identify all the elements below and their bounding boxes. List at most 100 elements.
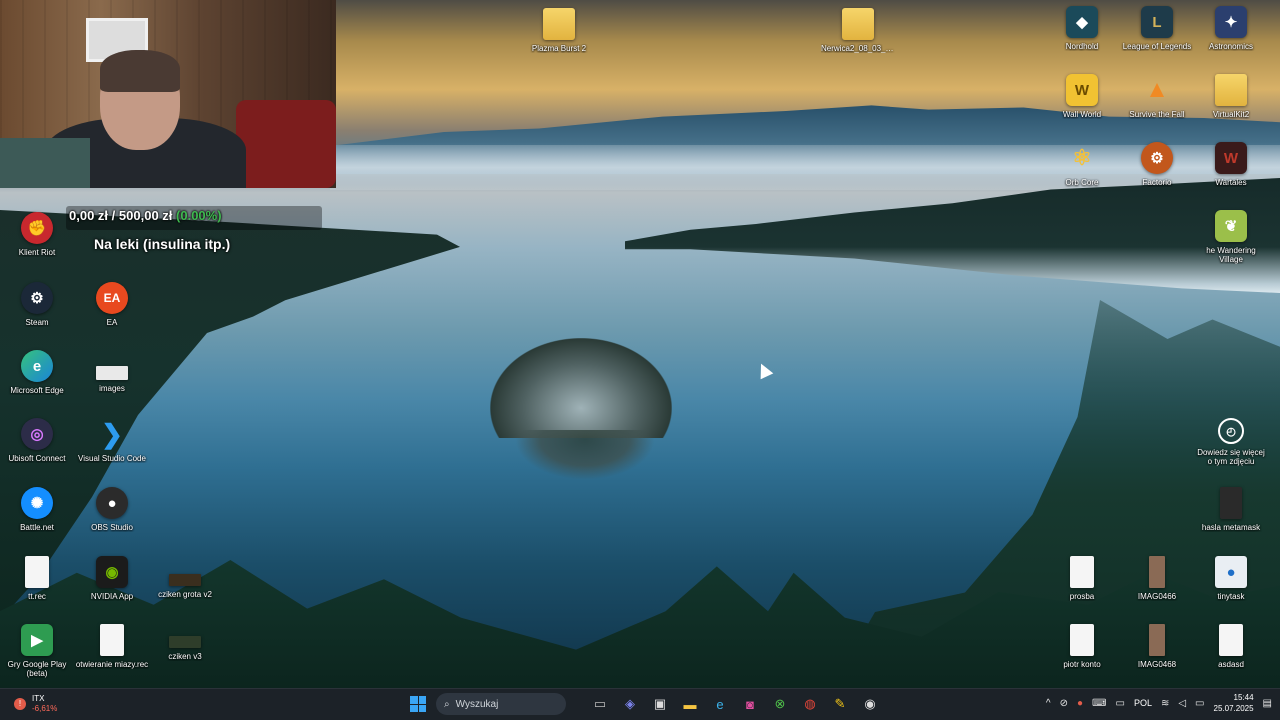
desktop-icon-imag0466[interactable]: IMAG0466 xyxy=(1120,556,1194,622)
desktop-icon-ea[interactable]: EA EA xyxy=(75,282,149,348)
folder-icon xyxy=(543,8,575,40)
desktop-icon-nordhold[interactable]: ◆ Nordhold xyxy=(1045,6,1119,72)
display-icon[interactable]: ▭ xyxy=(1115,698,1124,709)
keyboard-icon[interactable]: ⌨ xyxy=(1092,698,1106,709)
instagram-icon[interactable]: ◙ xyxy=(738,692,762,716)
stock-widget[interactable]: ! ITX -6,61% xyxy=(14,694,57,714)
obs-icon: ● xyxy=(96,487,128,519)
desktop-icon-survive[interactable]: ▲ Survive the Fall xyxy=(1120,74,1194,140)
store-icon[interactable]: ▣ xyxy=(648,692,672,716)
document-icon xyxy=(100,624,124,656)
image-file-icon xyxy=(169,574,201,586)
desktop-icon-hasla[interactable]: hasla metamask xyxy=(1194,487,1268,553)
file-explorer-icon[interactable]: ▬ xyxy=(678,692,702,716)
nvidia-icon: ◉ xyxy=(96,556,128,588)
wall-world-icon: W xyxy=(1066,74,1098,106)
folder-icon xyxy=(842,8,874,40)
task-view-icon[interactable]: ▭ xyxy=(588,692,612,716)
desktop-icon-steam[interactable]: ⚙ Steam xyxy=(0,282,74,348)
chair xyxy=(236,100,336,188)
teams-icon[interactable]: ◈ xyxy=(618,692,642,716)
xbox-icon[interactable]: ⊗ xyxy=(768,692,792,716)
steam-icon: ⚙ xyxy=(21,282,53,314)
desktop-icon-wall-world[interactable]: W Wall World xyxy=(1045,74,1119,140)
desktop-icon-nvidia[interactable]: ◉ NVIDIA App xyxy=(75,556,149,622)
donation-percent: (0.00%) xyxy=(176,208,222,223)
desktop-icon-astronomics[interactable]: ✦ Astronomics xyxy=(1194,6,1268,72)
desktop-icon-virtualkit[interactable]: VirtualKit2 xyxy=(1194,74,1268,140)
clock[interactable]: 15:44 25.07.2025 xyxy=(1214,692,1254,714)
desktop-icon-league[interactable]: L League of Legends xyxy=(1120,6,1194,72)
league-icon: L xyxy=(1141,6,1173,38)
taskbar-search[interactable]: ⌕ Wyszukaj xyxy=(436,693,566,715)
document-icon xyxy=(1070,624,1094,656)
desktop-icon-wartales[interactable]: W Wartales xyxy=(1194,142,1268,208)
desktop-icon-images[interactable]: images xyxy=(75,356,149,422)
network-off-icon[interactable]: ⊘ xyxy=(1060,698,1068,709)
image-file-icon xyxy=(1149,556,1165,588)
chevron-up-icon[interactable]: ^ xyxy=(1046,698,1051,709)
donation-caption: Na leki (insulina itp.) xyxy=(94,236,231,252)
desktop-icon-factorio[interactable]: ⚙ Factorio xyxy=(1120,142,1194,208)
battery-icon[interactable]: ▭ xyxy=(1195,698,1204,709)
battlenet-icon: ✺ xyxy=(21,487,53,519)
riot-icon: ✊ xyxy=(21,212,53,244)
desktop-icon-plazma-burst[interactable]: Plazma Burst 2 xyxy=(522,8,596,74)
document-icon xyxy=(1070,556,1094,588)
camera-icon: ◴ xyxy=(1218,418,1244,444)
desktop-icon-tinytask[interactable]: ● tinytask xyxy=(1194,556,1268,622)
wallpaper-island xyxy=(490,338,672,438)
desktop-icon-piotr[interactable]: piotr konto xyxy=(1045,624,1119,690)
desktop-icon-tt[interactable]: tt.rec xyxy=(0,556,74,622)
volume-icon[interactable]: ◁ xyxy=(1178,698,1186,709)
desktop-icon-gry-google[interactable]: ▶ Gry Google Play (beta) xyxy=(0,624,74,690)
desktop-icon-cziken-v3[interactable]: cziken v3 xyxy=(148,624,222,690)
desktop-icon-wandering-village[interactable]: ❦ he Wandering Village xyxy=(1194,210,1268,276)
astronomics-icon: ✦ xyxy=(1215,6,1247,38)
ea-icon: EA xyxy=(96,282,128,314)
microphone-icon[interactable]: ● xyxy=(1077,698,1083,709)
nordhold-icon: ◆ xyxy=(1066,6,1098,38)
image-file-icon xyxy=(96,366,128,380)
desktop-icon-edge[interactable]: e Microsoft Edge xyxy=(0,350,74,416)
orb-icon: ⚛ xyxy=(1072,145,1092,170)
desktop-icon-nerwica[interactable]: Nerwica2_08_03_2025 xyxy=(821,8,895,74)
taskbar-center: ⌕ Wyszukaj ▭ ◈ ▣ ▬ e ◙ ⊗ ◍ ✎ ◉ xyxy=(406,692,882,716)
desktop-icon-battlenet[interactable]: ✺ Battle.net xyxy=(0,487,74,553)
start-button[interactable] xyxy=(406,692,430,716)
desktop-icon-orb[interactable]: ⚛ Orb Core xyxy=(1045,142,1119,208)
search-placeholder: Wyszukaj xyxy=(455,698,499,710)
clock-date: 25.07.2025 xyxy=(1213,704,1254,713)
edge-icon: e xyxy=(21,350,53,382)
desktop-icon-otwieranie[interactable]: otwieranie miazy.rec xyxy=(75,624,149,690)
desktop-icon-obs[interactable]: ● OBS Studio xyxy=(75,487,149,553)
desktop-icon-vscode[interactable]: ❯ Visual Studio Code xyxy=(75,418,149,484)
stock-name: ITX xyxy=(32,694,45,703)
language-indicator[interactable]: POL xyxy=(1134,698,1152,708)
obs-icon[interactable]: ◉ xyxy=(858,692,882,716)
person-hair xyxy=(100,50,180,92)
chrome-icon[interactable]: ◍ xyxy=(798,692,822,716)
desktop-icon-klient-riot[interactable]: ✊ Klient Riot xyxy=(0,212,74,278)
stock-change: -6,61% xyxy=(32,704,58,713)
edge-icon[interactable]: e xyxy=(708,692,732,716)
webcam-overlay xyxy=(0,0,336,188)
vscode-icon: ❯ xyxy=(101,418,123,449)
desktop-icon-prosba[interactable]: prosba xyxy=(1045,556,1119,622)
notification-icon[interactable]: ▤ xyxy=(1263,698,1272,709)
app-icon[interactable]: ✎ xyxy=(828,692,852,716)
image-file-icon xyxy=(1149,624,1165,656)
donation-goal-amount: 500,00 zł xyxy=(118,208,173,223)
clock-time: 15:44 xyxy=(1233,693,1254,702)
desktop-icon-asdasd[interactable]: asdasd xyxy=(1194,624,1268,690)
tinytask-icon: ● xyxy=(1215,556,1247,588)
donation-separator: / xyxy=(111,208,116,223)
desktop-icon-imag0468[interactable]: IMAG0468 xyxy=(1120,624,1194,690)
desktop-icon-cziken-grota[interactable]: cziken grota v2 xyxy=(148,562,222,628)
search-icon: ⌕ xyxy=(444,698,450,710)
desktop-icon-dowiedz[interactable]: ◴ Dowiedz się więcej o tym zdjęciu xyxy=(1194,418,1268,484)
donation-goal: 0,00 zł / 500,00 zł (0.00%) xyxy=(66,202,326,232)
document-icon xyxy=(25,556,49,588)
desktop-icon-ubisoft[interactable]: ◎ Ubisoft Connect xyxy=(0,418,74,484)
wifi-icon[interactable]: ≋ xyxy=(1161,698,1169,709)
